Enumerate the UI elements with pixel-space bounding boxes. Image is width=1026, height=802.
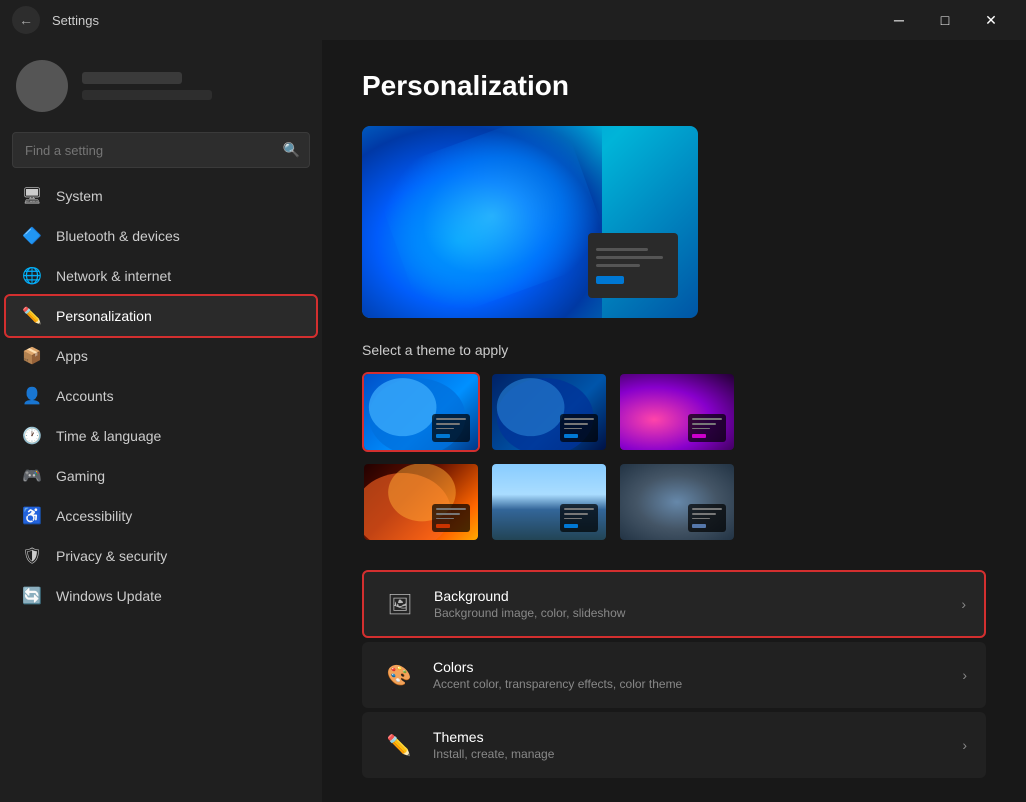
titlebar: ← Settings ─ □ ✕ [0,0,1026,40]
sidebar-item-label: System [56,188,103,204]
theme-thumb-2[interactable] [490,372,608,452]
user-profile [0,50,322,132]
main-layout: 🔍 🖥 System 🔷 Bluetooth & devices 🌐 Netwo… [0,40,1026,802]
sidebar-item-label: Gaming [56,468,105,484]
minimize-button[interactable]: ─ [876,4,922,36]
accounts-icon: 👤 [22,386,42,406]
sidebar-item-label: Windows Update [56,588,162,604]
themes-icon: ✏️ [381,727,417,763]
sidebar-item-system[interactable]: 🖥 System [6,176,316,216]
search-input[interactable] [12,132,310,168]
privacy-icon: 🛡 [22,546,42,566]
sidebar-item-update[interactable]: 🔄 Windows Update [6,576,316,616]
sidebar-item-label: Accounts [56,388,114,404]
time-icon: 🕐 [22,426,42,446]
sidebar-item-network[interactable]: 🌐 Network & internet [6,256,316,296]
colors-chevron: › [962,667,967,683]
theme-thumb-overlay-3 [688,414,726,442]
theme-thumb-overlay-4 [432,504,470,532]
sidebar-item-label: Bluetooth & devices [56,228,180,244]
user-name-block [82,72,182,84]
theme-grid [362,372,986,542]
back-button[interactable]: ← [12,6,40,34]
theme-preview [362,126,698,318]
user-email-block [82,90,212,100]
sidebar-item-label: Personalization [56,308,152,324]
theme-thumb-overlay [432,414,470,442]
titlebar-controls: ─ □ ✕ [876,4,1014,36]
colors-text: Colors Accent color, transparency effect… [433,659,962,691]
sidebar-item-accounts[interactable]: 👤 Accounts [6,376,316,416]
select-theme-label: Select a theme to apply [362,342,986,358]
sidebar-item-label: Network & internet [56,268,171,284]
theme-thumb-overlay-2 [560,414,598,442]
avatar [16,60,68,112]
content-area: Personalization Select a theme to apply [322,40,1026,802]
sidebar-item-accessibility[interactable]: ♿ Accessibility [6,496,316,536]
theme-preview-window [588,233,678,298]
titlebar-left: ← Settings [12,6,99,34]
sidebar-item-personalization[interactable]: ✏️ Personalization [6,296,316,336]
themes-title: Themes [433,729,962,745]
settings-item-colors[interactable]: 🎨 Colors Accent color, transparency effe… [362,642,986,708]
themes-chevron: › [962,737,967,753]
user-info [82,72,212,100]
sidebar-item-label: Apps [56,348,88,364]
colors-desc: Accent color, transparency effects, colo… [433,677,962,691]
colors-icon: 🎨 [381,657,417,693]
update-icon: 🔄 [22,586,42,606]
accessibility-icon: ♿ [22,506,42,526]
page-title: Personalization [362,70,986,102]
gaming-icon: 🎮 [22,466,42,486]
sidebar-item-privacy[interactable]: 🛡 Privacy & security [6,536,316,576]
maximize-button[interactable]: □ [922,4,968,36]
sidebar-item-bluetooth[interactable]: 🔷 Bluetooth & devices [6,216,316,256]
sidebar-item-time[interactable]: 🕐 Time & language [6,416,316,456]
network-icon: 🌐 [22,266,42,286]
personalization-icon: ✏️ [22,306,42,326]
sidebar: 🔍 🖥 System 🔷 Bluetooth & devices 🌐 Netwo… [0,40,322,802]
themes-text: Themes Install, create, manage [433,729,962,761]
background-title: Background [434,588,961,604]
theme-thumb-6[interactable] [618,462,736,542]
background-text: Background Background image, color, slid… [434,588,961,620]
sidebar-item-gaming[interactable]: 🎮 Gaming [6,456,316,496]
bluetooth-icon: 🔷 [22,226,42,246]
sidebar-item-label: Accessibility [56,508,132,524]
theme-thumb-3[interactable] [618,372,736,452]
settings-item-themes[interactable]: ✏️ Themes Install, create, manage › [362,712,986,778]
themes-desc: Install, create, manage [433,747,962,761]
colors-title: Colors [433,659,962,675]
sidebar-nav: 🖥 System 🔷 Bluetooth & devices 🌐 Network… [0,176,322,616]
theme-thumb-overlay-6 [688,504,726,532]
settings-item-background[interactable]: 🖼 Background Background image, color, sl… [362,570,986,638]
theme-thumb-1[interactable] [362,372,480,452]
background-desc: Background image, color, slideshow [434,606,961,620]
system-icon: 🖥 [22,186,42,206]
theme-thumb-5[interactable] [490,462,608,542]
app-title: Settings [52,13,99,28]
background-icon: 🖼 [382,586,418,622]
apps-icon: 📦 [22,346,42,366]
theme-thumb-4[interactable] [362,462,480,542]
search-box: 🔍 [12,132,310,168]
sidebar-item-label: Time & language [56,428,161,444]
sidebar-item-label: Privacy & security [56,548,167,564]
search-icon: 🔍 [283,142,300,159]
close-button[interactable]: ✕ [968,4,1014,36]
sidebar-item-apps[interactable]: 📦 Apps [6,336,316,376]
background-chevron: › [961,596,966,612]
settings-list: 🖼 Background Background image, color, sl… [362,570,986,778]
theme-thumb-overlay-5 [560,504,598,532]
